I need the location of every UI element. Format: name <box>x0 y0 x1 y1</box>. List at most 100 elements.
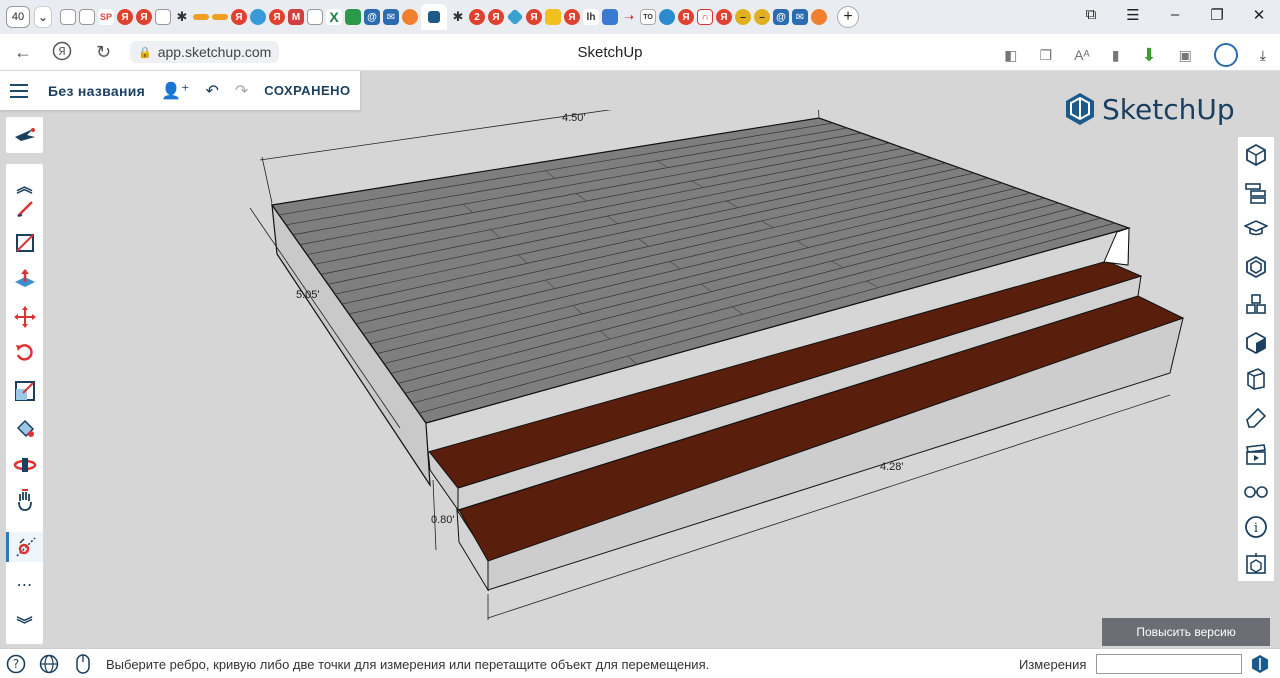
language-button[interactable] <box>39 654 59 674</box>
display-button[interactable] <box>1238 473 1274 509</box>
modeling-viewport[interactable]: 4.50' 5.05' 4.28' 0.80' <box>0 110 1280 648</box>
restore-button[interactable]: ❐ <box>1206 6 1228 24</box>
reader-icon[interactable]: ◧ <box>1004 47 1017 64</box>
tape-measure-tool-button[interactable] <box>6 532 43 562</box>
tab-minus-icon[interactable]: – <box>735 9 751 25</box>
tabs-overview-icon[interactable]: ⧉ <box>1080 6 1102 24</box>
browser-tabstrip: 40 ⌄ SP Я Я ✱ Я Я M X @ ✉ ✱ 2 Я Я Я lh ➝… <box>0 0 1280 34</box>
tab-yandex-icon[interactable]: Я <box>564 9 580 25</box>
tab-doc-icon[interactable] <box>155 9 171 25</box>
new-tab-button[interactable]: + <box>837 6 859 28</box>
clapperboard-icon <box>1246 444 1266 465</box>
tab-green-icon[interactable] <box>345 9 361 25</box>
line-tool-button[interactable] <box>6 194 43 224</box>
paint-bucket-tool-button[interactable] <box>6 414 43 444</box>
redo-icon[interactable]: ↷ <box>235 81 248 101</box>
download-arrow-icon[interactable]: ⬇ <box>1141 45 1156 66</box>
tab-arch-icon[interactable]: ∩ <box>697 9 713 25</box>
profile-icon[interactable] <box>1213 43 1238 67</box>
scale-tool-button[interactable] <box>6 376 43 406</box>
rotate-icon <box>15 344 33 361</box>
tab-mail-icon[interactable]: M <box>288 9 304 25</box>
globe-icon <box>39 654 59 674</box>
expand-toolbar-button[interactable]: ︾ <box>6 608 43 638</box>
scenes-button[interactable] <box>1238 437 1274 473</box>
tab-at-icon[interactable]: @ <box>364 9 380 25</box>
browser-menu-icon[interactable]: ☰ <box>1122 6 1144 24</box>
tab-sp-icon[interactable]: SP <box>98 9 114 25</box>
tab-yandex-icon[interactable]: Я <box>269 9 285 25</box>
help-button[interactable]: ? <box>6 654 26 674</box>
tab-cloud-icon[interactable] <box>659 9 675 25</box>
select-tool-button[interactable] <box>6 117 43 153</box>
main-menu-icon[interactable] <box>10 83 28 98</box>
3d-model-scene[interactable]: 4.50' 5.05' 4.28' 0.80' <box>0 110 1280 648</box>
tab-doc-icon[interactable] <box>79 9 95 25</box>
eraser-button[interactable] <box>1238 399 1274 435</box>
tags-button[interactable] <box>1238 361 1274 397</box>
orbit-tool-button[interactable] <box>6 450 43 480</box>
entity-info-button[interactable] <box>1238 137 1274 173</box>
outliner-button[interactable] <box>1238 175 1274 211</box>
tab-colorful-icon[interactable] <box>250 9 266 25</box>
tab-diamond-icon[interactable] <box>506 8 524 26</box>
upgrade-button[interactable]: Повысить версию <box>1102 618 1270 646</box>
tab-text-icon[interactable]: TO <box>640 9 656 25</box>
tab-sketchup-active-icon[interactable] <box>421 4 447 30</box>
bookmark-icon[interactable]: ▮ <box>1112 47 1120 64</box>
pan-tool-button[interactable] <box>6 486 43 516</box>
tab-arrow-icon[interactable]: ➝ <box>621 9 637 25</box>
tab-yandex-icon[interactable]: Я <box>678 9 694 25</box>
tab-yandex-icon[interactable]: Я <box>136 9 152 25</box>
rotate-tool-button[interactable] <box>6 338 43 368</box>
tab-extension-icon[interactable]: ✱ <box>450 9 466 25</box>
tab-favicons: SP Я Я ✱ Я Я M X @ ✉ ✱ 2 Я Я Я lh ➝ TO Я… <box>60 4 827 30</box>
tab-envelope-icon[interactable]: ✉ <box>383 9 399 25</box>
tab-extension-icon[interactable]: ✱ <box>174 9 190 25</box>
components-button[interactable] <box>1238 249 1274 285</box>
tab-doc-icon[interactable] <box>60 9 76 25</box>
tab-chart-icon[interactable]: lh <box>583 9 599 25</box>
tab-yandex-icon[interactable]: Я <box>526 9 542 25</box>
tab-orange-icon[interactable] <box>811 9 827 25</box>
add-user-icon[interactable]: 👤⁺ <box>161 81 189 101</box>
document-title[interactable]: Без названия <box>48 83 145 99</box>
shadows-button[interactable] <box>1238 545 1274 581</box>
tab-count-button[interactable]: 40 <box>6 6 30 28</box>
instructor-button[interactable] <box>1238 211 1274 247</box>
tab-dash-icon[interactable] <box>193 14 209 20</box>
tab-doc-icon[interactable] <box>307 9 323 25</box>
materials-button[interactable] <box>1238 287 1274 323</box>
measurements-input[interactable] <box>1096 654 1242 674</box>
tab-image-icon[interactable] <box>545 9 561 25</box>
tab-list-dropdown[interactable]: ⌄ <box>34 6 52 28</box>
undo-icon[interactable]: ↶ <box>205 81 218 101</box>
move-tool-button[interactable] <box>6 302 43 332</box>
tab-yandex-icon[interactable]: Я <box>231 9 247 25</box>
close-window-button[interactable]: ✕ <box>1248 6 1270 24</box>
downloads-icon[interactable]: ⤓ <box>1260 47 1266 64</box>
minimize-button[interactable]: – <box>1164 6 1186 24</box>
push-pull-tool-button[interactable] <box>6 264 43 294</box>
styles-button[interactable] <box>1238 325 1274 361</box>
mouse-settings-button[interactable] <box>73 654 93 674</box>
tab-yandex-icon[interactable]: Я <box>716 9 732 25</box>
sketchup-titlebar: Без названия 👤⁺ ↶ ↷ СОХРАНЕНО <box>0 71 360 110</box>
extensions-icon[interactable]: ▣ <box>1179 47 1192 64</box>
tab-cube-icon[interactable] <box>602 9 618 25</box>
tab-badge-icon[interactable]: 2 <box>469 9 485 25</box>
tab-yandex-icon[interactable]: Я <box>117 9 133 25</box>
tab-minus-icon[interactable]: – <box>754 9 770 25</box>
tab-yandex-icon[interactable]: Я <box>488 9 504 25</box>
orbit-icon <box>13 458 36 472</box>
tab-orange-icon[interactable] <box>402 9 418 25</box>
tab-dash-icon[interactable] <box>212 14 228 20</box>
more-tools-button[interactable]: ⋯ <box>6 570 43 600</box>
tab-envelope-icon[interactable]: ✉ <box>792 9 808 25</box>
copy-icon[interactable]: ❐ <box>1040 47 1053 64</box>
tab-excel-icon[interactable]: X <box>326 9 342 25</box>
tab-at-icon[interactable]: @ <box>773 9 789 25</box>
info-button[interactable]: i <box>1238 509 1274 545</box>
rectangle-tool-button[interactable] <box>6 228 43 258</box>
translate-icon[interactable]: Aᴬ <box>1074 47 1090 63</box>
